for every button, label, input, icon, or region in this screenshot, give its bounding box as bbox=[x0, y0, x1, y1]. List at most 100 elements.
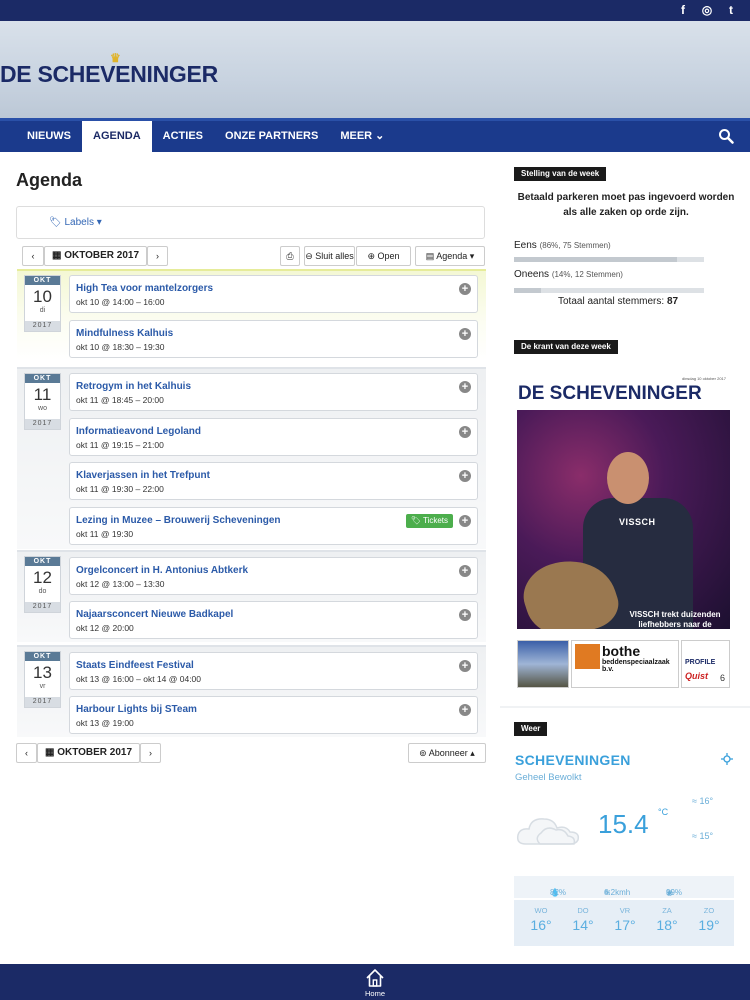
day-group: OKT 12 do 2017 Orgelconcert in H. Antoni… bbox=[17, 550, 486, 642]
event-item[interactable]: Klaverjassen in het Trefpunt okt 11 @ 19… bbox=[69, 462, 478, 500]
agenda-toolbar: ‹ ▦ OKTOBER 2017 › ⎙ ⊖ Sluit alles ⊕ Ope… bbox=[22, 246, 485, 279]
caret-down-icon: ▾ bbox=[469, 251, 475, 261]
event-time: okt 11 @ 19:30 – 22:00 bbox=[76, 484, 164, 494]
date-year: 2017 bbox=[25, 321, 60, 331]
rss-icon: ⊚ bbox=[419, 748, 427, 758]
nav-item-agenda[interactable]: AGENDA bbox=[82, 121, 152, 152]
event-title[interactable]: Mindfulness Kalhuis bbox=[76, 328, 173, 339]
event-time: okt 13 @ 16:00 – okt 14 @ 04:00 bbox=[76, 674, 202, 684]
event-title[interactable]: Staats Eindfeest Festival bbox=[76, 660, 194, 671]
expand-event-icon[interactable]: + bbox=[459, 609, 471, 621]
instagram-icon[interactable]: ◎ bbox=[700, 3, 714, 17]
collapse-all-button[interactable]: ⊖ Sluit alles bbox=[304, 246, 355, 266]
date-weekday: vr bbox=[39, 683, 46, 690]
labels-button[interactable]: 🏷 Labels ▾ bbox=[49, 217, 102, 228]
nav-item-onze-partners[interactable]: ONZE PARTNERS bbox=[214, 121, 329, 152]
event-time: okt 12 @ 20:00 bbox=[76, 623, 134, 633]
expand-event-icon[interactable]: + bbox=[459, 328, 471, 340]
prev-month-button[interactable]: ‹ bbox=[16, 743, 37, 763]
nav-item-meer-label: MEER bbox=[340, 130, 373, 142]
event-item[interactable]: Lezing in Muzee – Brouwerij Scheveningen… bbox=[69, 507, 478, 545]
subscribe-label: Abonneer bbox=[428, 748, 468, 758]
next-month-button[interactable]: › bbox=[140, 743, 161, 763]
event-item[interactable]: High Tea voor mantelzorgers okt 10 @ 14:… bbox=[69, 275, 478, 313]
event-item[interactable]: Najaarsconcert Nieuwe Badkapel okt 12 @ … bbox=[69, 601, 478, 639]
cover-caption: VISSCH trekt duizenden liefhebbers naar … bbox=[629, 610, 721, 629]
date-month: OKT bbox=[25, 652, 60, 661]
date-day: 12 bbox=[33, 568, 52, 587]
labels-button-label: Labels bbox=[64, 217, 94, 228]
event-title[interactable]: Klaverjassen in het Trefpunt bbox=[76, 470, 210, 481]
event-title[interactable]: High Tea voor mantelzorgers bbox=[76, 283, 213, 294]
expand-event-icon[interactable]: + bbox=[459, 565, 471, 577]
ad-quist[interactable]: PROFILE Quist 6 bbox=[681, 640, 730, 688]
site-logo[interactable]: DE SCHEVENINGER ♛ bbox=[0, 51, 218, 88]
subscribe-button[interactable]: ⊚ Abonneer ▴ bbox=[408, 743, 486, 763]
expand-event-icon[interactable]: + bbox=[459, 515, 471, 527]
event-title[interactable]: Informatieavond Legoland bbox=[76, 426, 201, 437]
event-item[interactable]: Mindfulness Kalhuis okt 10 @ 18:30 – 19:… bbox=[69, 320, 478, 358]
print-button[interactable]: ⎙ bbox=[280, 246, 300, 266]
expand-event-icon[interactable]: + bbox=[459, 426, 471, 438]
main-nav: NIEUWS AGENDA ACTIES ONZE PARTNERS MEER … bbox=[0, 118, 750, 152]
event-title[interactable]: Retrogym in het Kalhuis bbox=[76, 381, 191, 392]
poll-total-label: Totaal aantal stemmers: bbox=[558, 296, 665, 307]
expand-event-icon[interactable]: + bbox=[459, 704, 471, 716]
tickets-label: Tickets bbox=[422, 516, 448, 525]
wind-value: 6.2kmh bbox=[604, 888, 631, 897]
cloud-icon bbox=[516, 818, 580, 845]
event-item[interactable]: Staats Eindfeest Festival okt 13 @ 16:00… bbox=[69, 652, 478, 690]
twitter-icon[interactable]: t bbox=[724, 3, 738, 17]
date-badge: OKT 13 vr 2017 bbox=[24, 651, 61, 708]
search-icon[interactable] bbox=[718, 128, 734, 144]
event-title[interactable]: Orgelconcert in H. Antonius Abtkerk bbox=[76, 565, 248, 576]
poll-total-value: 87 bbox=[666, 296, 679, 307]
cover-photo: VISSCH VISSCH trekt duizenden liefhebber… bbox=[517, 410, 730, 629]
ad-bothe-title: bothe bbox=[602, 643, 641, 659]
newspaper-cover[interactable]: DE SCHEVENINGER dinsdag 10 oktober 2017 … bbox=[517, 370, 730, 629]
ad-image[interactable] bbox=[517, 640, 569, 688]
event-item[interactable]: Orgelconcert in H. Antonius Abtkerk okt … bbox=[69, 557, 478, 595]
event-title[interactable]: Harbour Lights bij STeam bbox=[76, 704, 197, 715]
date-weekday: do bbox=[38, 588, 47, 595]
day-group: OKT 10 di 2017 High Tea voor mantelzorge… bbox=[17, 269, 486, 360]
expand-event-icon[interactable]: + bbox=[459, 470, 471, 482]
forecast-day-temp: 14° bbox=[572, 917, 594, 933]
date-weekday: wo bbox=[38, 405, 47, 412]
event-item[interactable]: Retrogym in het Kalhuis okt 11 @ 18:45 –… bbox=[69, 373, 478, 411]
next-month-button[interactable]: › bbox=[147, 246, 168, 266]
agenda-bottom-toolbar: ‹ ▦ OKTOBER 2017 › ⊚ Abonneer ▴ bbox=[16, 743, 486, 765]
logo-text: DE SCHEVENINGER bbox=[0, 61, 218, 87]
view-selector[interactable]: ▤ Agenda ▾ bbox=[415, 246, 485, 266]
date-day: 10 bbox=[33, 287, 52, 306]
ad-bothe[interactable]: bothe beddenspeciaalzaak b.v. bbox=[571, 640, 679, 688]
expand-event-icon[interactable]: + bbox=[459, 660, 471, 672]
month-selector[interactable]: ▦ OKTOBER 2017 bbox=[37, 743, 140, 763]
event-title[interactable]: Lezing in Muzee – Brouwerij Scheveningen bbox=[76, 515, 280, 526]
event-item[interactable]: Harbour Lights bij STeam okt 13 @ 19:00 … bbox=[69, 696, 478, 734]
calendar-icon: ▦ bbox=[44, 747, 55, 758]
expand-all-button[interactable]: ⊕ Open alles bbox=[356, 246, 411, 279]
date-badge: OKT 11 wo 2017 bbox=[24, 373, 61, 430]
person-head bbox=[607, 452, 649, 504]
forecast-day-name: DO bbox=[577, 906, 589, 915]
event-item[interactable]: Informatieavond Legoland okt 11 @ 19:15 … bbox=[69, 418, 478, 456]
weather-description: Geheel Bewolkt bbox=[515, 772, 582, 783]
list-icon: ▤ bbox=[425, 251, 435, 261]
event-title[interactable]: Najaarsconcert Nieuwe Badkapel bbox=[76, 609, 233, 620]
expand-event-icon[interactable]: + bbox=[459, 381, 471, 393]
nav-item-acties[interactable]: ACTIES bbox=[152, 121, 214, 152]
nav-item-meer[interactable]: MEER ⌄ bbox=[329, 121, 395, 152]
home-button[interactable]: Home bbox=[355, 966, 395, 1000]
location-icon[interactable] bbox=[721, 753, 733, 765]
expand-event-icon[interactable]: + bbox=[459, 283, 471, 295]
nav-item-nieuws[interactable]: NIEUWS bbox=[16, 121, 82, 152]
weather-low-value: 15° bbox=[699, 831, 714, 841]
poll-widget: Stelling van de week Betaald parkeren mo… bbox=[500, 152, 750, 332]
prev-month-button[interactable]: ‹ bbox=[22, 246, 44, 266]
tickets-button[interactable]: 🏷 Tickets bbox=[405, 514, 453, 528]
home-icon bbox=[366, 969, 384, 987]
forecast-day-temp: 17° bbox=[614, 917, 636, 933]
facebook-icon[interactable]: f bbox=[676, 3, 690, 17]
month-selector[interactable]: ▦ OKTOBER 2017 bbox=[44, 246, 147, 266]
